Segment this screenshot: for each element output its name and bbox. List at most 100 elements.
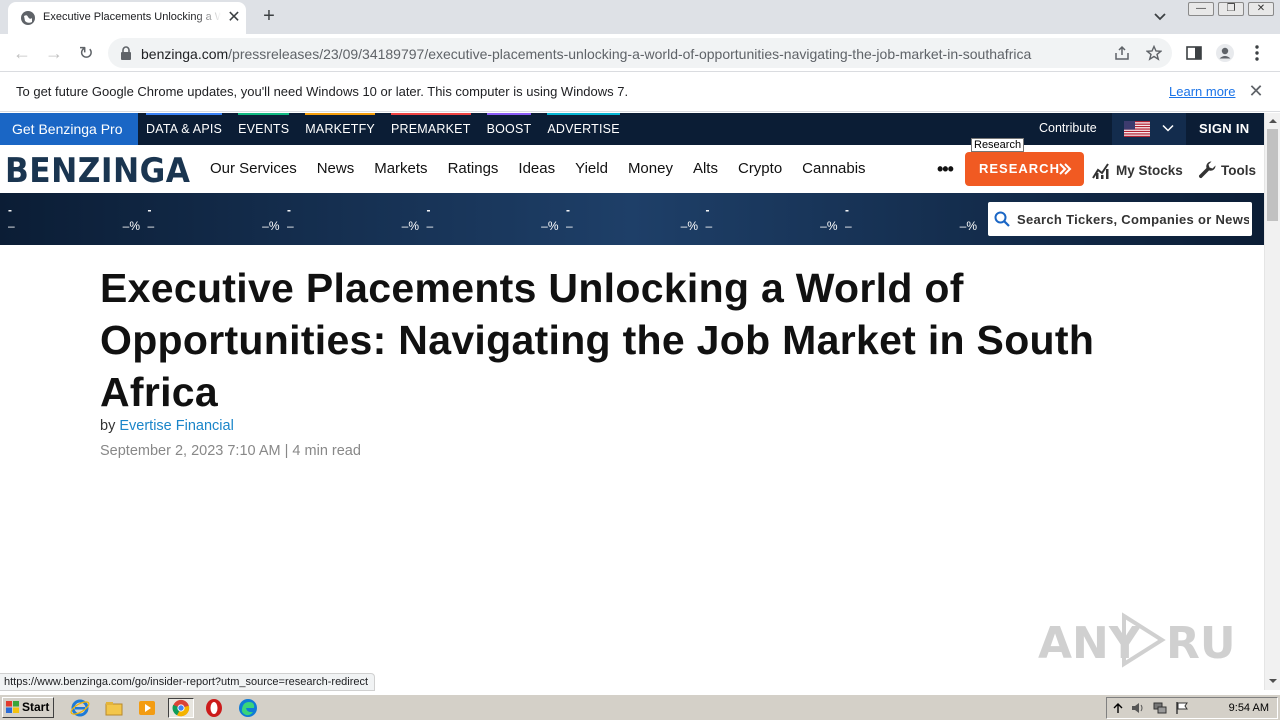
search-placeholder: Search Tickers, Companies or News... <box>1017 212 1249 227</box>
nav-item-yield[interactable]: Yield <box>575 160 608 177</box>
top-link-advertise[interactable]: ADVERTISE <box>547 113 620 145</box>
tab-strip: Executive Placements Unlocking a World o… <box>0 0 1280 34</box>
share-icon[interactable] <box>1114 45 1130 61</box>
ticker-item[interactable]: - – –% <box>427 201 559 237</box>
us-flag-icon <box>1124 121 1150 137</box>
nav-item-our-services[interactable]: Our Services <box>210 160 297 177</box>
benzinga-logo[interactable]: BENZINGA <box>5 151 190 191</box>
nav-item-crypto[interactable]: Crypto <box>738 160 782 177</box>
nav-item-money[interactable]: Money <box>628 160 673 177</box>
restore-button[interactable]: ❐ <box>1218 2 1244 16</box>
dateline: September 2, 2023 7:10 AM | 4 min read <box>100 443 361 459</box>
file-explorer-icon[interactable] <box>104 698 124 718</box>
side-panel-icon[interactable] <box>1184 43 1204 63</box>
tab-title: Executive Placements Unlocking a World o… <box>43 11 221 23</box>
network-icon[interactable] <box>1153 701 1167 715</box>
research-button[interactable]: RESEARCH <box>965 152 1084 186</box>
nav-items: Our Services News Markets Ratings Ideas Yield… <box>210 160 886 177</box>
browser-tab[interactable]: Executive Placements Unlocking a World o… <box>8 2 246 34</box>
ticker-item[interactable]: - – –% <box>8 201 140 237</box>
kebab-menu-icon[interactable] <box>1247 43 1267 63</box>
top-link-premarket[interactable]: PREMARKET <box>390 113 471 145</box>
edge-icon[interactable] <box>238 698 258 718</box>
contribute-link[interactable]: Contribute <box>1039 121 1097 135</box>
close-window-button[interactable]: ✕ <box>1248 2 1274 16</box>
anyrun-watermark-logo: ANY RUN <box>1038 612 1238 669</box>
chevron-down-icon[interactable] <box>1152 8 1168 24</box>
bookmark-star-icon[interactable] <box>1146 45 1162 61</box>
tools-label: Tools <box>1221 162 1256 178</box>
back-button[interactable]: ← <box>12 43 32 63</box>
nav-item-markets[interactable]: Markets <box>374 160 427 177</box>
top-links: DATA & APIS EVENTS MARKETFY PREMARKET BOOST A… <box>146 113 620 145</box>
date-separator: | <box>284 443 289 459</box>
ticker-pct: –% <box>122 219 140 233</box>
scroll-up-arrow-icon[interactable] <box>1269 117 1277 125</box>
ticker-price: – <box>147 219 155 233</box>
ticker-price: – <box>705 219 713 233</box>
url-text[interactable]: benzinga.com/pressreleases/23/09/3418979… <box>141 46 1031 62</box>
top-link-events[interactable]: EVENTS <box>238 113 290 145</box>
tray-expand-arrow-icon[interactable] <box>1111 701 1125 715</box>
ticker-sym: - <box>287 203 291 217</box>
byline: by Evertise Financial <box>100 418 234 434</box>
ticker-item[interactable]: - – –% <box>845 201 977 237</box>
ticker-item[interactable]: - – –% <box>148 201 280 237</box>
infobar-message: To get future Google Chrome updates, you… <box>16 84 629 99</box>
ticker-item[interactable]: - – –% <box>566 201 698 237</box>
scroll-down-arrow-icon[interactable] <box>1269 677 1277 685</box>
top-link-accent-bar <box>486 113 532 115</box>
top-link-accent-bar <box>390 113 471 115</box>
reload-button[interactable]: ↻ <box>76 43 96 63</box>
wrench-icon <box>1198 161 1216 179</box>
new-tab-button[interactable]: + <box>258 6 280 28</box>
tools-link[interactable]: Tools <box>1197 159 1256 181</box>
author-link[interactable]: Evertise Financial <box>119 418 233 434</box>
get-benzinga-pro-button[interactable]: Get Benzinga Pro <box>0 113 138 145</box>
nav-item-alts[interactable]: Alts <box>693 160 718 177</box>
url-path: /pressreleases/23/09/34189797/executive-… <box>228 46 1032 62</box>
url-host: benzinga.com <box>141 46 229 62</box>
window-controls: — ❐ ✕ <box>1188 2 1274 16</box>
site-top-bar: Get Benzinga Pro DATA & APIS EVENTS MARKET… <box>0 113 1264 145</box>
ticker-item[interactable]: - – –% <box>706 201 838 237</box>
top-link-boost[interactable]: BOOST <box>486 113 532 145</box>
address-bar[interactable]: benzinga.com/pressreleases/23/09/3418979… <box>108 38 1172 68</box>
nav-item-cannabis[interactable]: Cannabis <box>802 160 865 177</box>
top-link-label: MARKETFY <box>305 122 375 136</box>
double-chevron-right-icon <box>1059 163 1072 175</box>
ticker-item[interactable]: - – –% <box>287 201 419 237</box>
lock-icon[interactable] <box>120 46 132 60</box>
research-label: RESEARCH <box>979 161 1060 176</box>
chrome-taskbar-button[interactable] <box>168 698 194 718</box>
learn-more-link[interactable]: Learn more <box>1169 84 1235 99</box>
infobar-close-button[interactable]: ✕ <box>1248 82 1264 100</box>
tab-close-button[interactable]: ✕ <box>226 10 242 26</box>
media-player-icon[interactable] <box>137 698 157 718</box>
top-link-accent-bar <box>547 113 620 115</box>
chrome-icon <box>172 699 190 717</box>
action-center-flag-icon[interactable] <box>1175 701 1189 715</box>
scroll-thumb[interactable] <box>1267 129 1278 221</box>
sign-in-button[interactable]: SIGN IN <box>1199 121 1250 136</box>
top-link-data-apis[interactable]: DATA & APIS <box>146 113 223 145</box>
nav-item-ratings[interactable]: Ratings <box>448 160 499 177</box>
forward-button[interactable]: → <box>44 43 64 63</box>
my-stocks-link[interactable]: My Stocks <box>1092 159 1183 181</box>
top-link-marketfy[interactable]: MARKETFY <box>305 113 375 145</box>
page-scrollbar[interactable] <box>1264 113 1280 690</box>
minimize-button[interactable]: — <box>1188 2 1214 16</box>
internet-explorer-icon[interactable] <box>70 698 90 718</box>
more-menu-button[interactable]: ••• <box>937 159 954 180</box>
nav-item-ideas[interactable]: Ideas <box>518 160 555 177</box>
region-selector[interactable] <box>1112 113 1186 145</box>
screen: Executive Placements Unlocking a World o… <box>0 0 1280 720</box>
opera-icon[interactable] <box>204 698 224 718</box>
start-button[interactable]: Start <box>2 697 54 718</box>
bar-chart-icon <box>1092 163 1109 179</box>
nav-item-news[interactable]: News <box>317 160 355 177</box>
profile-avatar-icon[interactable] <box>1215 43 1235 63</box>
volume-icon[interactable] <box>1131 701 1145 715</box>
start-label: Start <box>22 700 50 714</box>
ticker-search-input[interactable]: Search Tickers, Companies or News... <box>988 202 1252 236</box>
